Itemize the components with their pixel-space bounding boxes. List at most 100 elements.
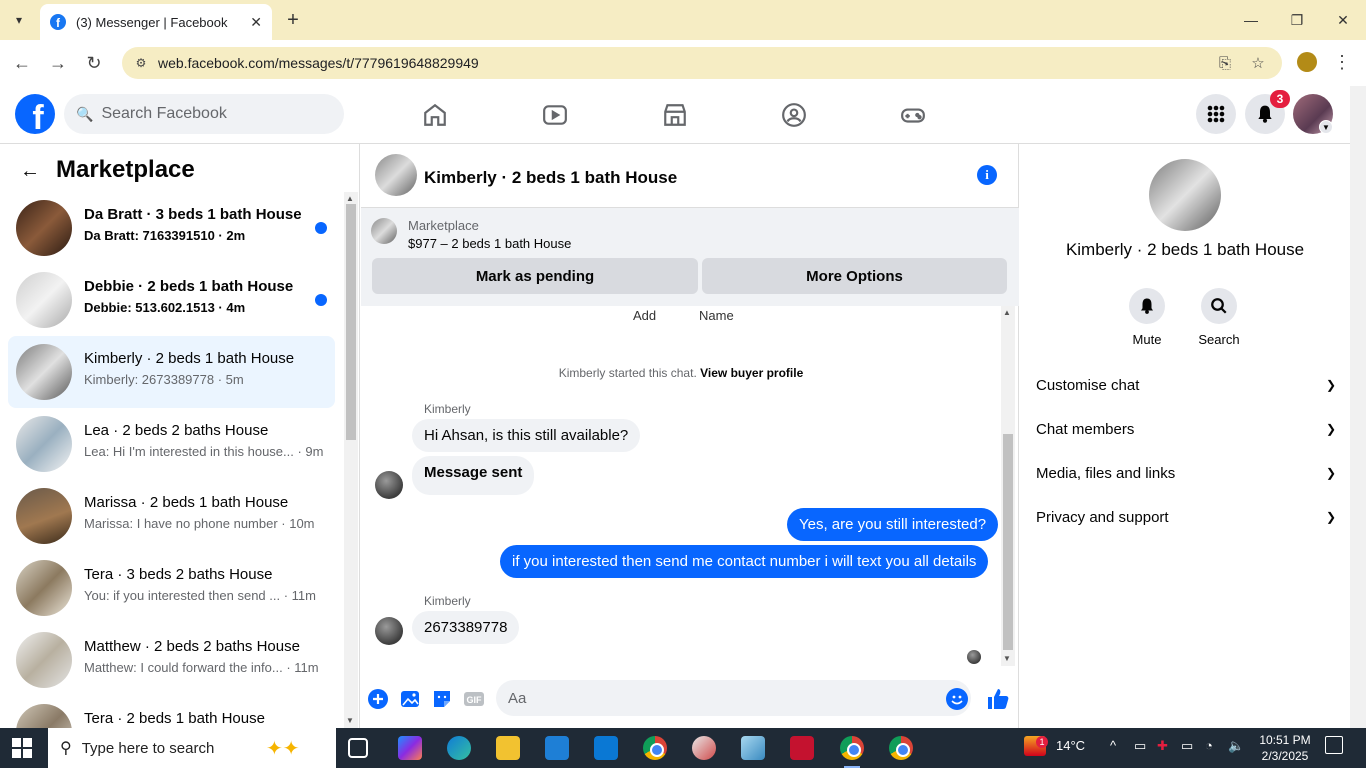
facebook-logo-icon[interactable]: f bbox=[15, 94, 55, 134]
address-bar[interactable]: ⚙ web.facebook.com/messages/t/7779619648… bbox=[122, 47, 1282, 79]
scroll-up-arrow-icon[interactable]: ▲ bbox=[346, 194, 354, 203]
gaming-icon[interactable] bbox=[898, 100, 928, 130]
chat-members-section[interactable]: Chat members ❯ bbox=[1036, 418, 1336, 440]
restore-icon[interactable]: ❐ bbox=[1274, 0, 1320, 40]
forward-arrow-icon[interactable]: → bbox=[45, 50, 71, 76]
search-action[interactable]: Search bbox=[1189, 288, 1249, 347]
temperature[interactable]: 14°C bbox=[1056, 738, 1085, 753]
scrollbar-thumb[interactable] bbox=[346, 204, 356, 440]
chrome-profile-icon[interactable] bbox=[840, 736, 864, 768]
notes-icon[interactable] bbox=[741, 736, 765, 760]
menu-grid-icon[interactable] bbox=[1196, 94, 1236, 134]
name-label[interactable]: Name bbox=[699, 308, 734, 323]
edge-icon[interactable] bbox=[447, 736, 471, 760]
gif-icon[interactable]: GIF bbox=[463, 688, 485, 710]
sticker-icon[interactable] bbox=[431, 688, 453, 710]
copilot-icon[interactable] bbox=[398, 736, 422, 760]
listing-thumbnail[interactable] bbox=[371, 218, 397, 244]
contact-avatar[interactable] bbox=[1149, 159, 1221, 231]
recorder-icon[interactable] bbox=[790, 736, 814, 760]
listing-price[interactable]: $977 – 2 beds 1 bath House bbox=[408, 236, 571, 251]
mute-action[interactable]: Mute bbox=[1117, 288, 1177, 347]
back-arrow-icon[interactable]: ← bbox=[9, 50, 35, 76]
scroll-up-arrow-icon[interactable]: ▲ bbox=[1003, 308, 1011, 317]
conversation-item[interactable]: Tera · 3 beds 2 baths House You: if you … bbox=[8, 552, 335, 624]
file-explorer-icon[interactable] bbox=[496, 736, 520, 760]
weather-badge: 1 bbox=[1036, 736, 1048, 748]
browser-tab[interactable]: f (3) Messenger | Facebook ✕ bbox=[40, 4, 272, 40]
info-icon[interactable]: i bbox=[977, 165, 997, 185]
marketplace-icon[interactable] bbox=[660, 100, 690, 130]
chrome-profile-icon[interactable] bbox=[889, 736, 913, 760]
battery-icon[interactable]: ▭ bbox=[1181, 738, 1193, 754]
mail-icon[interactable] bbox=[594, 736, 618, 760]
conversation-list-scrollbar[interactable]: ▲ ▼ bbox=[344, 192, 358, 728]
conversation-item-active[interactable]: Kimberly · 2 beds 1 bath House Kimberly:… bbox=[8, 336, 335, 408]
conversation-item[interactable]: Tera · 2 beds 1 bath House bbox=[8, 696, 335, 728]
conversation-title[interactable]: Kimberly · 2 beds 1 bath House bbox=[424, 168, 677, 188]
notification-center-icon[interactable] bbox=[1325, 736, 1343, 754]
message-input[interactable] bbox=[496, 680, 971, 716]
conversation-avatar[interactable] bbox=[375, 154, 417, 196]
scroll-down-arrow-icon[interactable]: ▼ bbox=[346, 716, 354, 725]
media-files-links-section[interactable]: Media, files and links ❯ bbox=[1036, 462, 1336, 484]
microsoft-store-icon[interactable] bbox=[545, 736, 569, 760]
browser-profile-icon[interactable] bbox=[1297, 52, 1317, 72]
conversation-item[interactable]: Debbie · 2 beds 1 bath House Debbie: 513… bbox=[8, 264, 335, 336]
meet-icon[interactable]: ▭ bbox=[1134, 738, 1146, 754]
incoming-message[interactable]: Hi Ahsan, is this still available? bbox=[412, 419, 641, 452]
message-thread-scrollbar[interactable]: ▲ ▼ bbox=[1001, 306, 1015, 666]
back-arrow-icon[interactable]: ← bbox=[20, 160, 40, 183]
sender-avatar[interactable] bbox=[375, 471, 403, 499]
taskbar-search-box[interactable]: ⚲ Type here to search ✦✦ bbox=[48, 728, 336, 768]
bell-icon[interactable] bbox=[1129, 288, 1165, 324]
page-scrollbar[interactable] bbox=[1350, 86, 1366, 728]
wifi-icon[interactable]: ◔ bbox=[1205, 738, 1213, 753]
install-app-icon[interactable]: ⎘ bbox=[1214, 52, 1236, 74]
video-icon[interactable] bbox=[540, 100, 570, 130]
account-chevron-down-icon[interactable]: ▼ bbox=[1319, 120, 1333, 134]
scrollbar-thumb[interactable] bbox=[1003, 434, 1013, 650]
show-hidden-icons-chevron-icon[interactable]: ^ bbox=[1110, 738, 1116, 753]
close-tab-icon[interactable]: ✕ bbox=[250, 14, 262, 31]
photo-icon[interactable] bbox=[399, 688, 421, 710]
scroll-down-arrow-icon[interactable]: ▼ bbox=[1003, 654, 1011, 663]
thumbs-up-icon[interactable] bbox=[985, 686, 1011, 712]
privacy-support-section[interactable]: Privacy and support ❯ bbox=[1036, 506, 1336, 528]
volume-icon[interactable]: 🔈 bbox=[1228, 738, 1244, 754]
view-buyer-profile-link[interactable]: View buyer profile bbox=[700, 366, 803, 380]
outgoing-message[interactable]: if you interested then send me contact n… bbox=[500, 545, 989, 578]
taskbar-clock[interactable]: 10:51 PM 2/3/2025 bbox=[1250, 732, 1320, 764]
browser-menu-icon[interactable]: ⋮ bbox=[1332, 50, 1352, 74]
mark-as-pending-button[interactable]: Mark as pending bbox=[372, 258, 698, 294]
windows-start-icon[interactable] bbox=[12, 738, 32, 758]
conversation-item[interactable]: Matthew · 2 beds 2 baths House Matthew: … bbox=[8, 624, 335, 696]
customise-chat-section[interactable]: Customise chat ❯ bbox=[1036, 374, 1336, 396]
site-settings-icon[interactable]: ⚙ bbox=[132, 54, 150, 72]
conversation-item[interactable]: Lea · 2 beds 2 baths House Lea: Hi I'm i… bbox=[8, 408, 335, 480]
search-icon[interactable] bbox=[1201, 288, 1237, 324]
incoming-message[interactable]: Message sent bbox=[412, 456, 535, 495]
new-tab-plus-icon[interactable]: + bbox=[282, 8, 304, 32]
sender-avatar[interactable] bbox=[375, 617, 403, 645]
security-icon[interactable]: ✚ bbox=[1157, 738, 1168, 754]
groups-icon[interactable] bbox=[779, 100, 809, 130]
minimize-icon[interactable]: — bbox=[1228, 0, 1274, 40]
close-window-icon[interactable]: ✕ bbox=[1320, 0, 1366, 40]
conversation-item[interactable]: Marissa · 2 beds 1 bath House Marissa: I… bbox=[8, 480, 335, 552]
chrome-icon[interactable] bbox=[643, 736, 667, 760]
bookmark-star-icon[interactable]: ☆ bbox=[1247, 52, 1269, 74]
tab-search-chevron-icon[interactable]: ▾ bbox=[6, 8, 32, 32]
incoming-message[interactable]: 2673389778 bbox=[412, 611, 520, 644]
add-plus-icon[interactable] bbox=[367, 688, 389, 710]
outgoing-message[interactable]: Yes, are you still interested? bbox=[787, 508, 999, 541]
add-label[interactable]: Add bbox=[633, 308, 656, 323]
emoji-icon[interactable] bbox=[946, 688, 968, 710]
more-options-button[interactable]: More Options bbox=[702, 258, 1007, 294]
facebook-search-box[interactable]: 🔍 Search Facebook bbox=[64, 94, 344, 134]
conversation-item[interactable]: Da Bratt · 3 beds 1 bath House Da Bratt:… bbox=[8, 192, 335, 264]
home-icon[interactable] bbox=[420, 100, 450, 130]
task-view-icon[interactable] bbox=[348, 738, 368, 758]
reload-icon[interactable]: ↻ bbox=[81, 50, 107, 76]
app-icon[interactable] bbox=[692, 736, 716, 760]
